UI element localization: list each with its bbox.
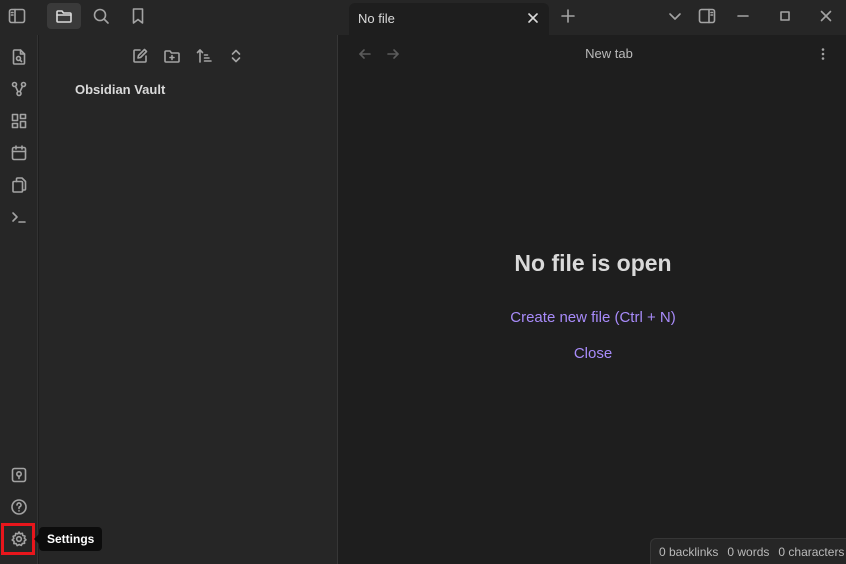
ribbon	[0, 35, 38, 564]
sidebar-right-icon	[698, 8, 716, 24]
tab-close-button[interactable]	[526, 11, 540, 25]
terminal-icon	[12, 212, 26, 223]
edit-icon	[133, 48, 148, 63]
title-bar: No file	[0, 0, 846, 35]
close-icon	[528, 13, 538, 23]
word-count: 0 words	[727, 544, 770, 559]
more-options-button[interactable]	[813, 44, 833, 64]
files-view-button[interactable]	[47, 3, 81, 29]
minimize-button[interactable]	[731, 5, 755, 27]
expand-collapse-button[interactable]	[223, 43, 249, 69]
open-command-palette-button[interactable]	[7, 205, 31, 229]
search-icon	[93, 8, 109, 24]
insert-template-button[interactable]	[7, 173, 31, 197]
change-sort-order-button[interactable]	[191, 43, 217, 69]
layout-dashboard-icon	[11, 113, 27, 129]
open-graph-view-button[interactable]	[7, 77, 31, 101]
graph-icon	[11, 81, 27, 97]
bookmarks-view-button[interactable]	[121, 3, 155, 29]
open-daily-note-button[interactable]	[7, 141, 31, 165]
open-canvas-button[interactable]	[7, 109, 31, 133]
file-explorer-sidebar: Obsidian Vault	[39, 35, 338, 564]
chevron-down-icon	[669, 13, 681, 20]
file-search-icon	[12, 49, 26, 65]
main-editor-area: New tab No file is open Create new file …	[339, 35, 846, 564]
backlinks-count[interactable]: 0 backlinks	[659, 545, 718, 559]
calendar-icon	[11, 145, 27, 161]
create-new-file-link[interactable]: Create new file (Ctrl + N)	[339, 309, 846, 326]
bookmark-icon	[132, 8, 144, 24]
open-another-vault-button[interactable]	[7, 463, 31, 487]
help-circle-icon	[11, 499, 27, 515]
search-view-button[interactable]	[84, 3, 118, 29]
files-icon	[12, 177, 27, 193]
chevrons-up-down-icon	[231, 49, 241, 63]
plus-icon	[561, 9, 575, 23]
close-icon	[820, 10, 832, 22]
vault-icon	[11, 467, 27, 483]
settings-tooltip: Settings	[33, 527, 103, 551]
sort-ascending-icon	[196, 49, 212, 63]
maximize-icon	[780, 11, 790, 21]
tab-list-button[interactable]	[663, 5, 687, 27]
more-vertical-icon	[821, 48, 825, 60]
status-bar: 0 backlinks 0 words 0 characters	[650, 538, 846, 564]
help-button[interactable]	[7, 495, 31, 519]
view-header-title: New tab	[585, 46, 633, 61]
folder-plus-icon	[164, 50, 180, 63]
toggle-left-sidebar-button[interactable]	[0, 3, 34, 29]
folder-icon	[56, 10, 72, 23]
close-link[interactable]: Close	[339, 345, 846, 362]
new-folder-button[interactable]	[159, 43, 185, 69]
tab-no-file[interactable]: No file	[349, 3, 549, 35]
settings-highlight-box	[1, 523, 35, 555]
character-count: 0 characters	[778, 544, 845, 559]
minimize-icon	[737, 15, 749, 17]
empty-state-title: No file is open	[514, 250, 672, 276]
tooltip-text: Settings	[47, 532, 95, 546]
sidebar-left-icon	[8, 8, 26, 24]
new-note-button[interactable]	[127, 43, 153, 69]
vault-name[interactable]: Obsidian Vault	[75, 82, 165, 97]
window-close-button[interactable]	[814, 5, 838, 27]
maximize-button[interactable]	[773, 5, 797, 27]
toggle-right-sidebar-button[interactable]	[695, 5, 719, 27]
new-tab-button[interactable]	[559, 7, 577, 25]
tab-title: No file	[358, 11, 395, 26]
open-quick-switcher-button[interactable]	[7, 45, 31, 69]
